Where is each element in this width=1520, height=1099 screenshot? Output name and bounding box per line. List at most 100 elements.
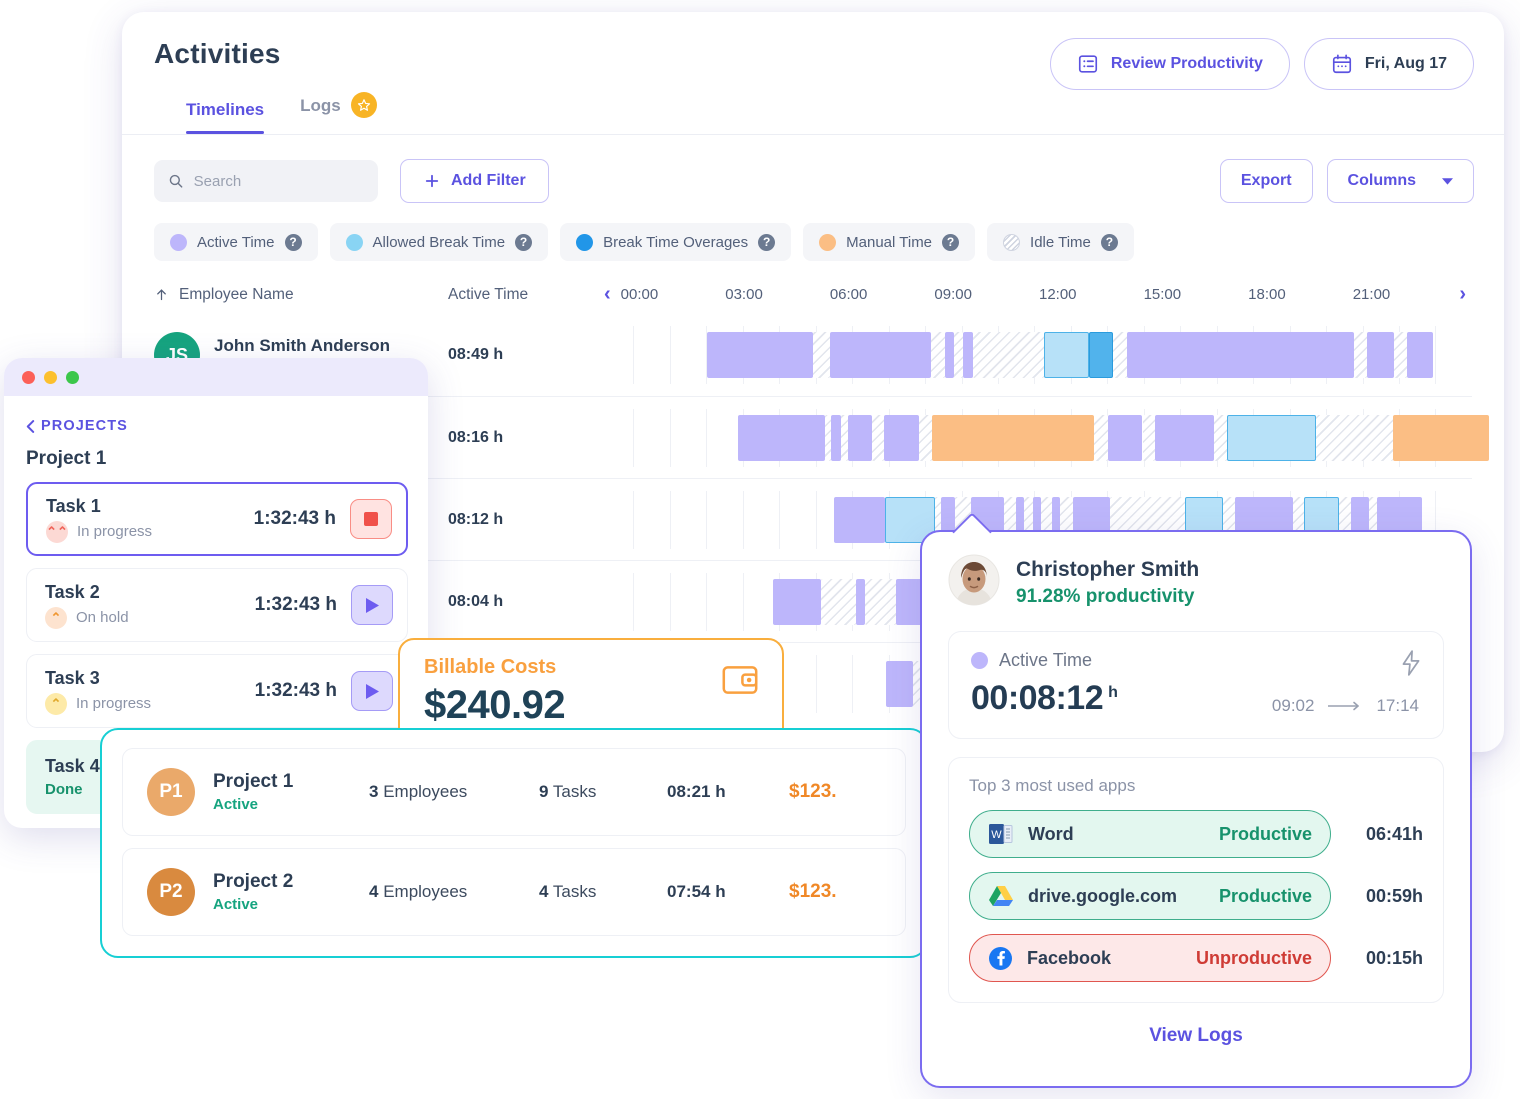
export-button[interactable]: Export xyxy=(1219,159,1313,203)
help-icon[interactable]: ? xyxy=(942,233,960,251)
project-row[interactable]: P2 Project 2 Active 4 Employees 4 Tasks 07:54… xyxy=(122,848,906,936)
timeline-segment-idle[interactable] xyxy=(930,332,945,378)
timeline-segment-active[interactable] xyxy=(944,332,954,378)
timeline-segment-active[interactable] xyxy=(1126,332,1354,378)
timeline-segment-idle[interactable] xyxy=(1142,414,1155,461)
task-item[interactable]: Task 1 ⌃⌃ In progress 1:32:43 h xyxy=(26,482,408,556)
close-icon[interactable] xyxy=(22,370,35,384)
app-pill[interactable]: W Word Productive xyxy=(969,810,1331,858)
timeline-segment-idle[interactable] xyxy=(820,578,856,625)
tab-timelines[interactable]: Timelines xyxy=(186,100,265,134)
breadcrumb-projects[interactable]: PROJECTS xyxy=(26,418,408,434)
sort-employee-name[interactable]: Employee Name xyxy=(154,286,448,304)
timeline-segment-active[interactable] xyxy=(883,414,919,461)
timeline-segment-allowed[interactable] xyxy=(1043,332,1090,378)
timeline-segment-allowed[interactable] xyxy=(1227,414,1317,461)
project-badge: P2 xyxy=(147,868,195,916)
start-timer-button[interactable] xyxy=(351,585,393,625)
timeline-segment-manual[interactable] xyxy=(931,414,1095,461)
timeline-segment-idle[interactable] xyxy=(1094,414,1108,461)
project-row[interactable]: P1 Project 1 Active 3 Employees 9 Tasks 08:21… xyxy=(122,748,906,836)
project-name: Project 2 xyxy=(213,871,294,892)
project-tasks: 9 Tasks xyxy=(539,782,597,801)
timeline-segment-active[interactable] xyxy=(707,332,813,378)
axis-next-button[interactable]: › xyxy=(1453,283,1472,306)
start-timer-button[interactable] xyxy=(351,671,393,711)
task-item[interactable]: Task 2 ⌃ On hold 1:32:43 h xyxy=(26,568,408,642)
task-item[interactable]: Task 3 ⌃ In progress 1:32:43 h xyxy=(26,654,408,728)
timeline-segment-active[interactable] xyxy=(855,578,865,625)
app-duration: 00:15h xyxy=(1365,947,1423,968)
timeline-segment-active[interactable] xyxy=(1154,414,1215,461)
facebook-icon xyxy=(988,946,1013,971)
timeline-segment-idle[interactable] xyxy=(871,414,884,461)
timeline-segment-active[interactable] xyxy=(963,332,973,378)
project-name-block: Project 2 Active xyxy=(213,871,369,913)
timeline-segment-active[interactable] xyxy=(833,496,885,543)
timeline-segment-active[interactable] xyxy=(1367,332,1395,378)
help-icon[interactable]: ? xyxy=(284,233,302,251)
projects-summary-card: P1 Project 1 Active 3 Employees 9 Tasks 08:21… xyxy=(100,728,928,958)
help-icon[interactable]: ? xyxy=(515,233,533,251)
timeline-segment-idle[interactable] xyxy=(1112,332,1127,378)
tab-logs[interactable]: Logs xyxy=(300,92,377,134)
app-pill[interactable]: drive.google.com Productive xyxy=(969,872,1331,920)
timeline-segment-idle[interactable] xyxy=(840,414,848,461)
timeline-segment-active[interactable] xyxy=(831,414,841,461)
view-logs-button[interactable]: View Logs xyxy=(948,1025,1444,1047)
task-info: Task 3 ⌃ In progress xyxy=(45,668,255,715)
chevron-down-icon xyxy=(1442,178,1453,185)
legend-color-icon xyxy=(170,233,187,251)
task-status: In progress xyxy=(76,695,152,712)
add-filter-button[interactable]: Add Filter xyxy=(400,159,549,203)
google-drive-icon xyxy=(988,884,1014,908)
timeline-segment-active[interactable] xyxy=(737,414,826,461)
search-input[interactable] xyxy=(193,172,364,190)
app-pill[interactable]: Facebook Unproductive xyxy=(969,934,1331,982)
date-picker-button[interactable]: Fri, Aug 17 xyxy=(1303,38,1474,90)
header-actions: Review Productivity Fri, Aug 17 xyxy=(1049,38,1474,90)
timeline-segment-active[interactable] xyxy=(829,332,931,378)
task-status-row: ⌃ On hold xyxy=(45,606,255,629)
columns-button[interactable]: Columns xyxy=(1326,159,1474,203)
review-productivity-button[interactable]: Review Productivity xyxy=(1049,38,1290,90)
chevron-up-icon: ⌃ xyxy=(45,692,67,715)
help-icon[interactable]: ? xyxy=(758,233,776,251)
app-row: Facebook Unproductive 00:15h xyxy=(969,934,1423,982)
legend-color-icon xyxy=(819,233,837,251)
timeline-segment-idle[interactable] xyxy=(1316,414,1394,461)
billable-costs-label: Billable Costs xyxy=(424,656,557,678)
timeline-segment-active[interactable] xyxy=(1407,332,1433,378)
timeline-segment-idle[interactable] xyxy=(1394,332,1408,378)
stop-timer-button[interactable] xyxy=(350,499,392,539)
timeline-segment-active[interactable] xyxy=(886,660,913,707)
timeline-segment-idle[interactable] xyxy=(953,332,964,378)
help-icon[interactable]: ? xyxy=(1100,233,1118,251)
search-box[interactable] xyxy=(154,160,378,202)
task-name: Task 3 xyxy=(45,667,100,688)
timeline-cell[interactable] xyxy=(598,326,1472,384)
task-status-row: ⌃ In progress xyxy=(45,692,255,715)
timeline-segment-active[interactable] xyxy=(1107,414,1143,461)
minimize-icon[interactable] xyxy=(44,370,57,384)
window-titlebar xyxy=(4,358,428,396)
axis-prev-button[interactable]: ‹ xyxy=(598,283,617,306)
timeline-segment-idle[interactable] xyxy=(972,332,1044,378)
maximize-icon[interactable] xyxy=(66,370,79,384)
timeline-segment-idle[interactable] xyxy=(1354,332,1368,378)
task-info: Task 1 ⌃⌃ In progress xyxy=(46,496,254,543)
timeline-segment-idle[interactable] xyxy=(918,414,932,461)
timeline-segment-idle[interactable] xyxy=(1214,414,1228,461)
timeline-segment-idle[interactable] xyxy=(813,332,830,378)
export-label: Export xyxy=(1240,172,1292,189)
tab-logs-label: Logs xyxy=(300,96,341,115)
task-status: On hold xyxy=(76,609,129,626)
timeline-segment-active[interactable] xyxy=(847,414,872,461)
range-start: 09:02 xyxy=(1271,696,1315,715)
timeline-segment-idle[interactable] xyxy=(864,578,897,625)
timeline-segment-active[interactable] xyxy=(772,578,821,625)
timeline-cell[interactable] xyxy=(598,408,1490,467)
timeline-segment-over[interactable] xyxy=(1089,332,1113,378)
legend-label: Allowed Break Time xyxy=(372,233,506,251)
timeline-segment-manual[interactable] xyxy=(1393,414,1490,461)
